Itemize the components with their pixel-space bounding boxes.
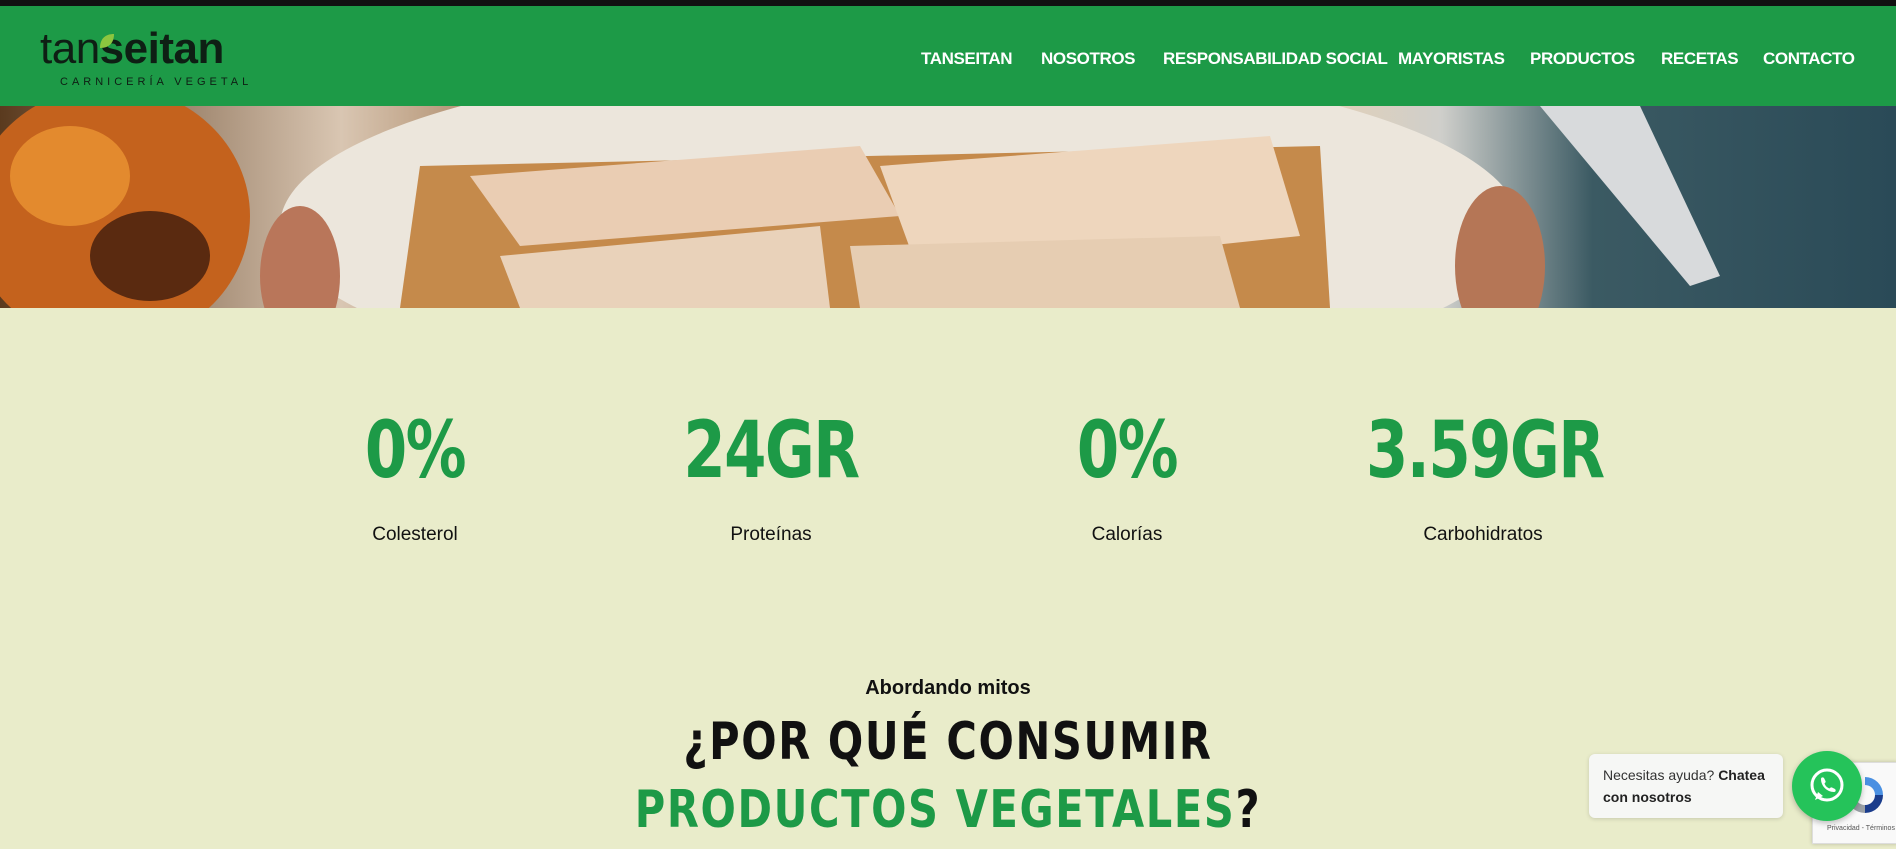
chat-prompt-bubble[interactable]: Necesitas ayuda? Chatea con nosotros bbox=[1589, 754, 1783, 818]
main-nav: TANSEITAN NOSOTROS RESPONSABILIDAD SOCIA… bbox=[0, 44, 1896, 74]
nav-item-productos[interactable]: PRODUCTOS bbox=[1530, 44, 1635, 74]
section-title-line1: ¿POR QUÉ CONSUMIR bbox=[683, 712, 1213, 772]
nav-item-recetas[interactable]: RECETAS bbox=[1661, 44, 1739, 74]
section-title-line2: PRODUCTOS VEGETALES? bbox=[190, 780, 1707, 840]
hero-food-image bbox=[0, 106, 1896, 308]
chat-prefix: Necesitas ayuda? bbox=[1603, 767, 1719, 783]
recaptcha-terms[interactable]: Privacidad - Términos bbox=[1827, 825, 1895, 832]
whatsapp-icon bbox=[1810, 768, 1844, 802]
nav-item-responsabilidad-social[interactable]: RESPONSABILIDAD SOCIAL bbox=[1163, 44, 1388, 74]
stat-value: 0% bbox=[364, 406, 467, 496]
hero-illustration bbox=[0, 106, 1720, 308]
section-title-end: ? bbox=[1235, 780, 1262, 840]
stat-label: Carbohidratos bbox=[1423, 524, 1543, 545]
nav-item-mayoristas[interactable]: MAYORISTAS bbox=[1398, 44, 1505, 74]
stat-cholesterol: 0% Colesterol bbox=[265, 408, 565, 546]
section-subtitle: Abordando mitos bbox=[865, 677, 1031, 699]
whatsapp-button[interactable] bbox=[1792, 751, 1862, 821]
site-header: tanseitan CARNICERÍA VEGETAL TANSEITAN N… bbox=[0, 6, 1896, 106]
stat-value: 3.59GR bbox=[1366, 406, 1605, 496]
stat-label: Colesterol bbox=[372, 524, 458, 545]
nav-item-tanseitan[interactable]: TANSEITAN bbox=[921, 44, 1013, 74]
stat-value: 24GR bbox=[683, 406, 860, 496]
stat-value: 0% bbox=[1076, 406, 1179, 496]
logo-tagline: CARNICERÍA VEGETAL bbox=[60, 76, 253, 88]
stat-carbohydrates: 3.59GR Carbohidratos bbox=[1333, 408, 1633, 546]
nav-item-contacto[interactable]: CONTACTO bbox=[1763, 44, 1855, 74]
stat-calories: 0% Calorías bbox=[977, 408, 1277, 546]
section-title-green: PRODUCTOS VEGETALES bbox=[634, 780, 1236, 840]
stat-label: Calorías bbox=[1091, 524, 1163, 545]
stat-protein: 24GR Proteínas bbox=[621, 408, 921, 546]
nav-item-nosotros[interactable]: NOSOTROS bbox=[1041, 44, 1135, 74]
stat-label: Proteínas bbox=[730, 524, 812, 545]
